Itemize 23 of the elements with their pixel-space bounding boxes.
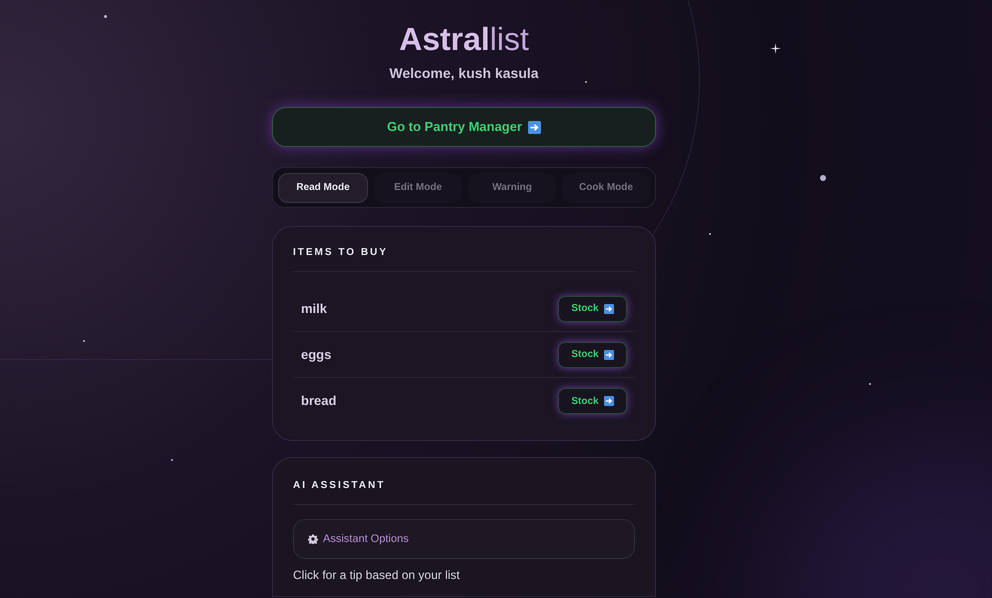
welcome-text: Welcome, kush kasula	[389, 64, 539, 83]
card-title: AI ASSISTANT	[293, 479, 386, 493]
sparkle-icon	[770, 43, 781, 54]
mode-tab[interactable]: Warning	[468, 172, 556, 202]
card-title: ITEMS TO BUY	[293, 246, 389, 260]
mode-tab[interactable]: Read Mode	[278, 172, 368, 202]
mode-tab[interactable]: Edit Mode	[374, 172, 462, 202]
item-name: eggs	[301, 346, 332, 364]
arrow-icon	[604, 304, 614, 314]
stock-button[interactable]: Stock	[558, 342, 627, 368]
stock-button[interactable]: Stock	[558, 388, 627, 414]
mode-tab[interactable]: Cook Mode	[562, 172, 650, 202]
tip-hint: Click for a tip based on your list	[293, 568, 461, 582]
item-name: bread	[301, 392, 336, 410]
arrow-icon	[604, 396, 614, 406]
item-name: milk	[301, 300, 328, 318]
assistant-options-button[interactable]: Assistant Options	[293, 519, 635, 559]
arrow-icon	[528, 120, 542, 134]
stock-button[interactable]: Stock	[558, 296, 627, 322]
gear-icon	[308, 534, 318, 544]
arrow-icon	[604, 350, 614, 360]
pantry-manager-button[interactable]: Go to Pantry Manager	[272, 107, 656, 147]
app-title: Astrallist	[399, 20, 529, 58]
